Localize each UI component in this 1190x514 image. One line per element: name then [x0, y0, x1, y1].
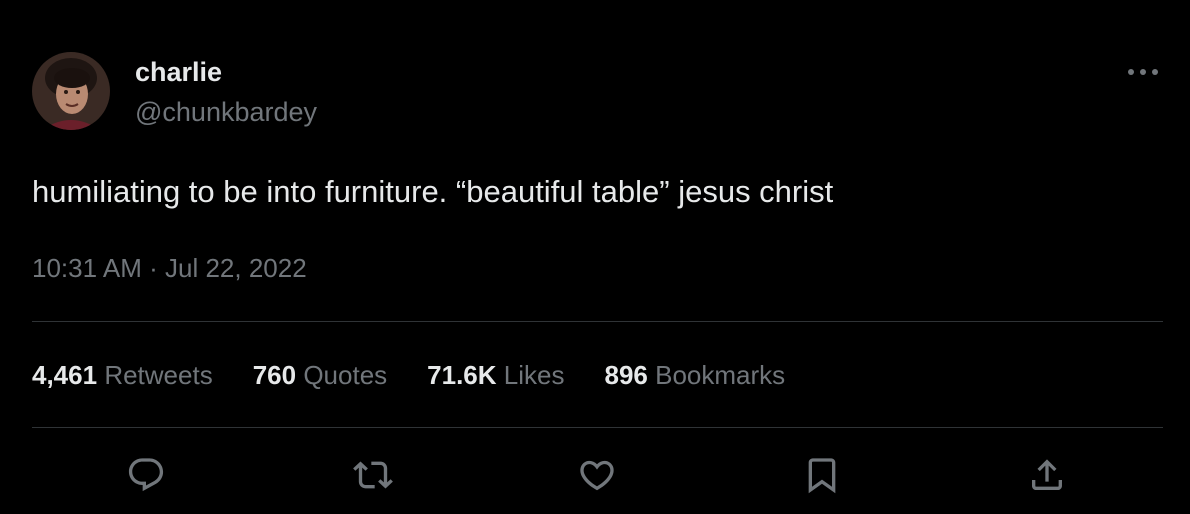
- retweets-stat[interactable]: 4,461 Retweets: [32, 358, 213, 392]
- share-button[interactable]: [1022, 450, 1072, 500]
- more-options-button[interactable]: [1120, 56, 1166, 88]
- engagement-stats: 4,461 Retweets 760 Quotes 71.6K Likes 89…: [32, 358, 825, 392]
- share-icon: [1032, 459, 1062, 490]
- tweet-time[interactable]: 10:31 AM: [32, 253, 142, 283]
- divider: [32, 321, 1163, 322]
- quotes-stat[interactable]: 760 Quotes: [253, 358, 387, 392]
- reply-button[interactable]: [121, 450, 171, 500]
- tweet-date[interactable]: Jul 22, 2022: [165, 253, 307, 283]
- more-dots-icon: [1128, 69, 1158, 75]
- tweet-card: charlie @chunkbardey humiliating to be i…: [0, 0, 1190, 514]
- retweets-count: 4,461: [32, 360, 98, 390]
- bookmark-button[interactable]: [797, 450, 847, 500]
- retweet-button[interactable]: [348, 450, 398, 500]
- retweet-icon: [353, 461, 393, 489]
- display-name[interactable]: charlie: [135, 56, 222, 88]
- like-button[interactable]: [572, 450, 622, 500]
- divider: [32, 427, 1163, 428]
- likes-stat[interactable]: 71.6K Likes: [427, 358, 564, 392]
- likes-label: Likes: [503, 360, 565, 390]
- bookmarks-label: Bookmarks: [655, 360, 786, 390]
- retweets-label: Retweets: [104, 360, 213, 390]
- user-handle[interactable]: @chunkbardey: [135, 96, 317, 128]
- tweet-text: humiliating to be into furniture. “beaut…: [32, 174, 834, 209]
- heart-icon: [580, 460, 614, 491]
- quotes-count: 760: [252, 360, 297, 390]
- action-bar: [0, 450, 1190, 500]
- likes-count: 71.6K: [427, 360, 497, 390]
- bookmarks-count: 896: [604, 360, 648, 390]
- bookmark-icon: [808, 458, 836, 494]
- reply-icon: [128, 458, 164, 492]
- tweet-timestamp: 10:31 AM · Jul 22, 2022: [32, 252, 307, 284]
- quotes-label: Quotes: [303, 360, 388, 390]
- bookmarks-stat[interactable]: 896 Bookmarks: [604, 358, 785, 392]
- meta-separator: ·: [149, 253, 158, 283]
- avatar[interactable]: [32, 52, 110, 130]
- profile-photo-icon: [32, 52, 110, 130]
